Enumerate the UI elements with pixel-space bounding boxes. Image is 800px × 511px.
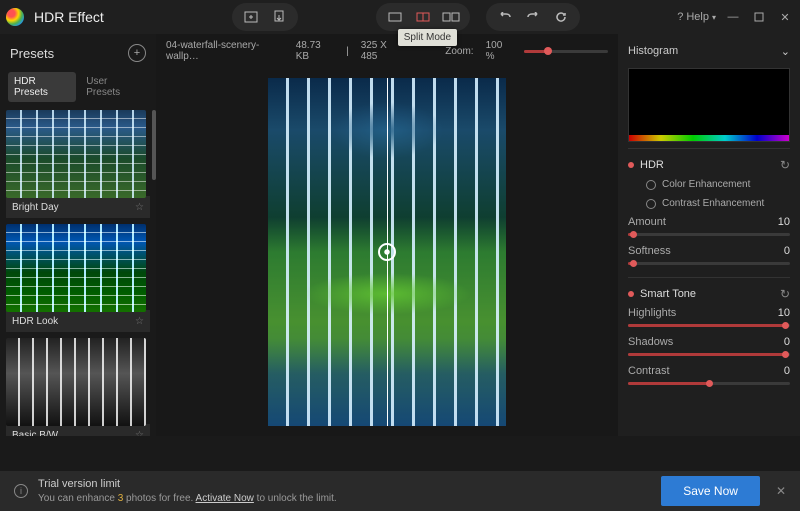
right-panel: Histogram ⌄ HDR ↻ Color Enhancement Cont… (618, 34, 800, 436)
dismiss-footer-button[interactable]: ✕ (776, 484, 786, 498)
view-tooltip: Split Mode (398, 29, 457, 46)
preset-thumbnail (6, 338, 146, 426)
chevron-down-icon: ⌄ (781, 45, 790, 58)
contrast-label: Contrast (628, 365, 670, 377)
histogram-toggle[interactable]: Histogram ⌄ (628, 34, 790, 68)
main-area: 04-waterfall-scenery-wallp… 48.73 KB | 3… (156, 34, 618, 436)
footer: i Trial version limit You can enhance 3 … (0, 471, 800, 511)
view-mode-group: Split Mode (376, 3, 470, 31)
preset-label: Bright Day (12, 202, 59, 213)
tab-hdr-presets[interactable]: HDR Presets (8, 72, 76, 102)
minimize-button[interactable]: — (724, 8, 742, 26)
section-hdr-toggle[interactable]: HDR ↻ (628, 155, 790, 175)
shadows-value: 0 (784, 336, 790, 348)
preset-item[interactable]: Bright Day ☆ (6, 110, 150, 218)
favorite-icon[interactable]: ☆ (135, 202, 144, 213)
close-button[interactable]: ✕ (776, 8, 794, 26)
split-handle[interactable] (378, 243, 396, 261)
zoom-value: 100 % (486, 40, 512, 62)
add-image-button[interactable] (238, 6, 264, 28)
preset-thumbnail (6, 224, 146, 312)
radio-color-enhancement[interactable]: Color Enhancement (628, 175, 790, 194)
activate-link[interactable]: Activate Now (196, 493, 254, 504)
preset-thumbnail (6, 110, 146, 198)
redo-button[interactable] (520, 6, 546, 28)
filesize-label: 48.73 KB (296, 40, 334, 62)
trial-message: Trial version limit You can enhance 3 ph… (38, 477, 337, 504)
save-button[interactable]: Save Now (661, 476, 760, 506)
preset-item[interactable]: Basic B/W ☆ (6, 338, 150, 436)
infobar: 04-waterfall-scenery-wallp… 48.73 KB | 3… (156, 34, 618, 68)
highlights-slider[interactable] (628, 324, 790, 327)
favorite-icon[interactable]: ☆ (135, 316, 144, 327)
reset-button[interactable] (548, 6, 574, 28)
filename-label: 04-waterfall-scenery-wallp… (166, 40, 284, 62)
titlebar: HDR Effect Split Mode ?Help▾ — ✕ (0, 0, 800, 34)
viewport[interactable] (156, 68, 618, 436)
shadows-label: Shadows (628, 336, 673, 348)
favorite-icon[interactable]: ☆ (135, 430, 144, 437)
presets-list[interactable]: Bright Day ☆ HDR Look ☆ Basic B/W ☆ (0, 110, 156, 436)
side-by-side-button[interactable] (438, 6, 464, 28)
highlights-label: Highlights (628, 307, 676, 319)
amount-label: Amount (628, 216, 666, 228)
radio-contrast-enhancement[interactable]: Contrast Enhancement (628, 194, 790, 213)
single-view-button[interactable] (382, 6, 408, 28)
history-group (486, 3, 580, 31)
app-logo-icon (6, 8, 24, 26)
amount-value: 10 (778, 216, 790, 228)
undo-button[interactable] (492, 6, 518, 28)
histogram-display (628, 68, 790, 142)
zoom-slider[interactable] (524, 50, 608, 53)
section-indicator-icon (628, 162, 634, 168)
highlights-value: 10 (778, 307, 790, 319)
export-button[interactable] (266, 6, 292, 28)
preset-item[interactable]: HDR Look ☆ (6, 224, 150, 332)
section-indicator-icon (628, 291, 634, 297)
info-icon: i (14, 484, 28, 498)
app-title: HDR Effect (34, 9, 104, 25)
sidebar-title: Presets (10, 46, 54, 61)
tab-user-presets[interactable]: User Presets (80, 72, 148, 102)
preset-label: Basic B/W (12, 430, 58, 437)
shadows-slider[interactable] (628, 353, 790, 356)
file-ops-group (232, 3, 298, 31)
softness-value: 0 (784, 245, 790, 257)
image-canvas (268, 78, 506, 426)
dimensions-label: 325 X 485 (361, 40, 404, 62)
contrast-value: 0 (784, 365, 790, 377)
preset-label: HDR Look (12, 316, 58, 327)
reset-smart-tone-button[interactable]: ↻ (780, 287, 790, 301)
softness-label: Softness (628, 245, 671, 257)
add-preset-button[interactable]: + (128, 44, 146, 62)
sidebar: Presets + HDR Presets User Presets Brigh… (0, 34, 156, 436)
split-view-button[interactable] (410, 6, 436, 28)
amount-slider[interactable] (628, 233, 790, 236)
maximize-button[interactable] (750, 8, 768, 26)
reset-hdr-button[interactable]: ↻ (780, 158, 790, 172)
section-smart-tone-toggle[interactable]: Smart Tone ↻ (628, 284, 790, 304)
zoom-label: Zoom: (445, 46, 473, 57)
separator: | (346, 46, 349, 57)
softness-slider[interactable] (628, 262, 790, 265)
contrast-slider[interactable] (628, 382, 790, 385)
help-menu[interactable]: ?Help▾ (677, 11, 716, 23)
